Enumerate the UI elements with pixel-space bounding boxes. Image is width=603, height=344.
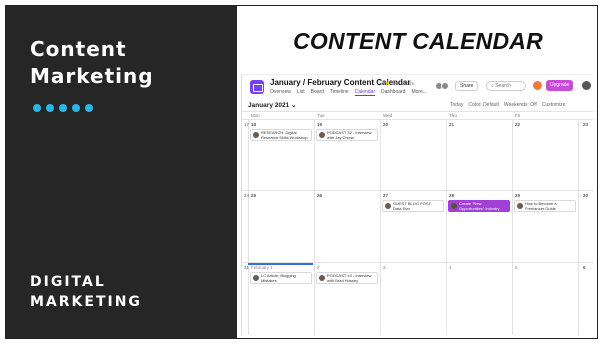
assignee-avatar	[385, 203, 391, 209]
day-number: February 1	[251, 265, 273, 270]
calendar-app: January / February Content Calendar ⌄ ⓘ …	[241, 74, 593, 335]
day-number: 19	[317, 122, 323, 127]
upgrade-button[interactable]: Upgrade	[546, 80, 574, 91]
day-number: 20	[383, 122, 389, 127]
week-number: 31	[244, 265, 250, 270]
star-icon[interactable]: ★	[384, 80, 390, 87]
app-topbar: January / February Content Calendar ⌄ ⓘ …	[242, 75, 593, 100]
slide-title: Content Marketing	[30, 36, 154, 90]
tab-board[interactable]: Board	[311, 89, 324, 96]
event-label: PODCAST 43 - Interview with Brad Hussey	[327, 273, 372, 283]
share-button[interactable]: Share	[455, 81, 479, 91]
day-number: 28	[449, 193, 455, 198]
day-number-weekend: 30	[583, 193, 589, 198]
left-panel: Content Marketing DIGITAL MARKETING	[6, 6, 237, 338]
calendar-grid: 17 18 19 20 21 22 23 RESEARCH: Digital Research…	[242, 120, 593, 335]
tab-overview[interactable]: Overview	[270, 89, 291, 96]
tab-list[interactable]: List	[297, 89, 305, 96]
calendar-event[interactable]: PODCAST 32 - Interview with Jay Chiron	[316, 129, 378, 141]
set-status-button[interactable]: Set status	[392, 81, 414, 87]
day-number: 25	[251, 193, 257, 198]
weekday-fri: Fri	[515, 113, 521, 118]
day-number: 27	[383, 193, 389, 198]
selected-cell-indicator	[248, 263, 313, 265]
event-label: How to Become a Freelancer Guide	[525, 201, 557, 211]
project-meta: ⌄ ⓘ ★ Set status	[372, 79, 414, 87]
title-line-2: Marketing	[30, 64, 154, 88]
accent-dots	[33, 104, 93, 112]
tab-timeline[interactable]: Timeline	[330, 89, 349, 96]
weekday-wed: Wed	[383, 113, 393, 118]
search-placeholder: Search	[495, 83, 512, 89]
event-label: GUEST BLOG POST: Data Star	[393, 201, 432, 211]
slide-subtitle: DIGITAL MARKETING	[30, 272, 142, 312]
info-icon[interactable]: ⓘ	[378, 81, 383, 87]
avatar	[441, 82, 449, 90]
day-number: 18	[251, 122, 257, 127]
chevron-down-icon: ⌄	[291, 102, 297, 109]
dot-icon	[72, 104, 80, 112]
calendar-event[interactable]: PODCAST 43 - Interview with Brad Hussey	[316, 272, 378, 284]
chevron-down-icon[interactable]: ⌄	[372, 81, 376, 87]
assignee-avatar	[253, 275, 259, 281]
tab-more[interactable]: More...	[411, 89, 427, 96]
weekday-mon: Mon	[251, 113, 260, 118]
month-bar: January 2021 ⌄ Today Color: Default Weeken…	[242, 100, 593, 111]
day-number-weekend: 23	[583, 122, 589, 127]
weekday-header: Mon Tue Wed Thu Fri	[242, 111, 593, 120]
calendar-heading: CONTENT CALENDAR	[293, 28, 543, 54]
toolbar-customize[interactable]: Customize	[542, 102, 566, 108]
user-avatar[interactable]	[582, 81, 591, 90]
toolbar-weekends[interactable]: Weekends: Off	[504, 102, 537, 108]
month-label[interactable]: January 2021 ⌄	[248, 101, 296, 109]
assignee-avatar	[451, 203, 457, 209]
day-number-weekend: 6	[583, 265, 586, 270]
calendar-event[interactable]: LC Article: Blogging Mistakes	[250, 272, 312, 284]
weekday-thu: Thu	[449, 113, 457, 118]
event-label: RESEARCH: Digital Research Skills Worksh…	[261, 130, 308, 140]
event-label: Create "New Opportunities" Industry Guid…	[459, 201, 500, 211]
calendar-app-icon	[250, 80, 264, 94]
dot-icon	[46, 104, 54, 112]
day-number: 5	[515, 265, 518, 270]
tab-dashboard[interactable]: Dashboard	[381, 89, 405, 96]
help-icon[interactable]	[533, 81, 542, 90]
event-label: PODCAST 32 - Interview with Jay Chiron	[327, 130, 372, 140]
calendar-event[interactable]: How to Become a Freelancer Guide	[514, 200, 576, 212]
title-line-1: Content	[30, 37, 127, 61]
day-number: 4	[449, 265, 452, 270]
weekday-tue: Tue	[317, 113, 325, 118]
day-number: 22	[515, 122, 521, 127]
month-tools: Today Color: Default Weekends: Off Customiz…	[450, 102, 565, 108]
day-number: 26	[317, 193, 323, 198]
calendar-event[interactable]: RESEARCH: Digital Research Skills Worksh…	[250, 129, 312, 141]
subtitle-line-2: MARKETING	[30, 294, 142, 310]
month-text: January 2021	[248, 102, 290, 109]
toolbar-today[interactable]: Today	[450, 102, 463, 108]
assignee-avatar	[319, 132, 325, 138]
tab-calendar[interactable]: Calendar	[354, 89, 375, 96]
search-input[interactable]: ⌕ Search	[486, 81, 526, 91]
day-number: 2	[317, 265, 320, 270]
calendar-event[interactable]: GUEST BLOG POST: Data Star	[382, 200, 444, 212]
day-number: 3	[383, 265, 386, 270]
calendar-event[interactable]: Create "New Opportunities" Industry Guid…	[448, 200, 510, 212]
day-number: 21	[449, 122, 455, 127]
project-tabs: Overview List Board Timeline Calendar Dashboa…	[270, 89, 427, 96]
assignee-avatar	[253, 132, 259, 138]
week-number: 17	[244, 122, 250, 127]
assignee-avatar	[517, 203, 523, 209]
dot-icon	[33, 104, 41, 112]
dot-icon	[85, 104, 93, 112]
toolbar-color[interactable]: Color: Default	[468, 102, 499, 108]
assignee-avatar	[319, 275, 325, 281]
subtitle-line-1: DIGITAL	[30, 274, 106, 290]
day-number: 29	[515, 193, 521, 198]
dot-icon	[59, 104, 67, 112]
member-avatars[interactable]	[435, 82, 449, 90]
slide: Content Marketing DIGITAL MARKETING CONT…	[5, 5, 598, 339]
week-number: 24	[244, 193, 250, 198]
event-label: LC Article: Blogging Mistakes	[261, 273, 296, 283]
